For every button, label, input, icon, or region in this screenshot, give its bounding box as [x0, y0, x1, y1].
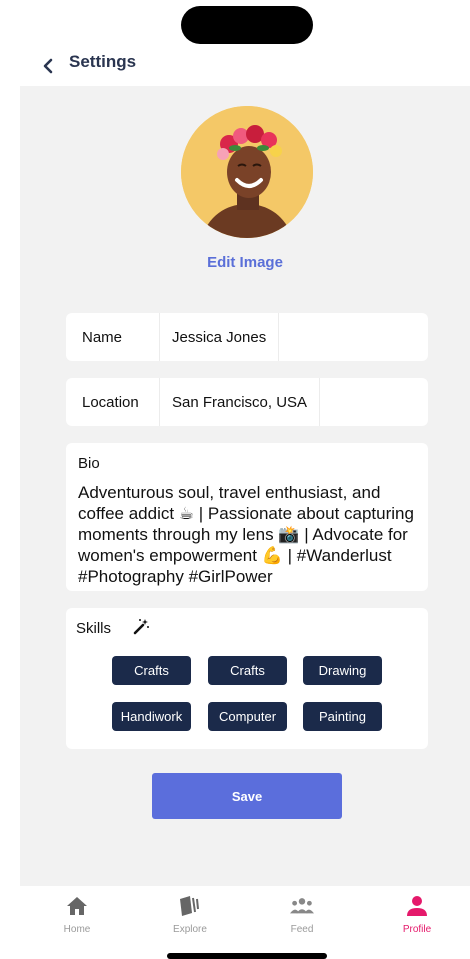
chevron-left-icon[interactable] [40, 55, 56, 77]
skills-label: Skills [76, 620, 112, 637]
skill-chip[interactable]: Computer [208, 702, 287, 731]
home-icon [65, 894, 89, 918]
name-field-card: Name Jessica Jones [66, 313, 428, 361]
tab-label: Profile [402, 924, 432, 935]
header-bar: Settings [0, 46, 470, 86]
location-field-card: Location San Francisco, USA [66, 378, 428, 426]
profile-avatar[interactable] [181, 106, 313, 238]
location-input[interactable]: San Francisco, USA [160, 378, 321, 426]
tab-explore[interactable]: Explore [145, 894, 235, 935]
bottom-tab-bar: Home Explore Feed Profile [20, 886, 470, 946]
profile-icon [405, 894, 429, 918]
skill-chip[interactable]: Drawing [303, 656, 382, 685]
bio-textarea[interactable]: Adventurous soul, travel enthusiast, and… [78, 482, 416, 587]
settings-content: Edit Image Name Jessica Jones Location S… [20, 86, 470, 886]
dynamic-island [181, 6, 313, 44]
name-input[interactable]: Jessica Jones [160, 313, 280, 361]
magic-wand-icon[interactable] [132, 618, 150, 636]
save-button[interactable]: Save [152, 773, 342, 819]
skill-chip[interactable]: Handiwork [112, 702, 191, 731]
tab-label: Home [63, 924, 91, 935]
name-label: Name [66, 313, 160, 361]
tab-profile[interactable]: Profile [372, 894, 462, 935]
tab-home[interactable]: Home [32, 894, 122, 935]
skill-chip[interactable]: Crafts [112, 656, 191, 685]
tab-feed[interactable]: Feed [257, 894, 347, 935]
bio-label: Bio [78, 455, 100, 472]
skill-chip[interactable]: Crafts [208, 656, 287, 685]
explore-icon [178, 894, 202, 918]
bio-field-card[interactable]: Bio Adventurous soul, travel enthusiast,… [66, 443, 428, 591]
skills-card: Skills Crafts Crafts Drawing Handiwork C… [66, 608, 428, 749]
feed-icon [290, 894, 314, 918]
skill-chip[interactable]: Painting [303, 702, 382, 731]
home-indicator [167, 953, 327, 959]
tab-label: Feed [290, 924, 314, 935]
location-label: Location [66, 378, 160, 426]
tab-label: Explore [173, 924, 207, 935]
page-title: Settings [69, 52, 137, 71]
edit-image-link[interactable]: Edit Image [20, 254, 470, 271]
